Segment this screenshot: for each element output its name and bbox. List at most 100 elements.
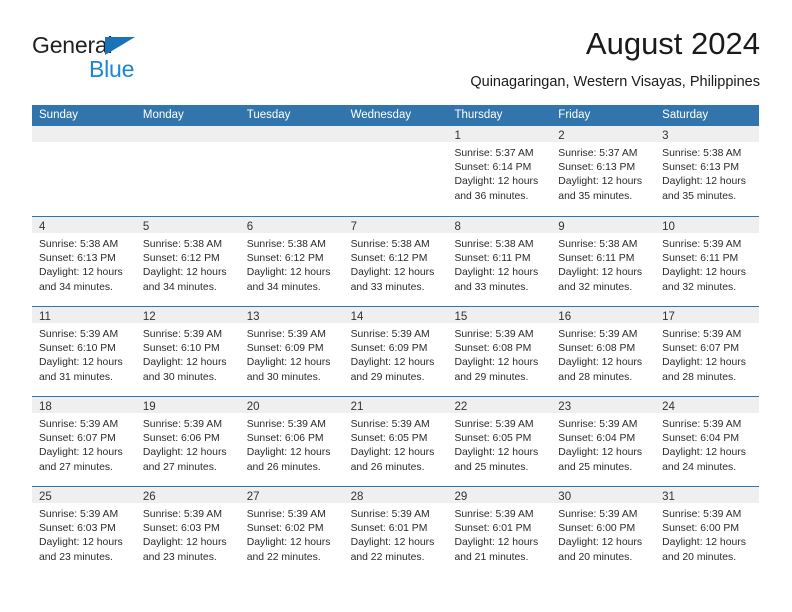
day-details: Sunrise: 5:39 AM Sunset: 6:06 PM Daylight:… <box>240 413 344 475</box>
day-number-band: 24 <box>655 397 760 413</box>
day-cell-22[interactable]: 22 Sunrise: 5:39 AM Sunset: 6:05 PM Dayligh… <box>447 397 552 486</box>
day-cell-15[interactable]: 15 Sunrise: 5:39 AM Sunset: 6:08 PM Dayligh… <box>447 307 552 396</box>
day-details: Sunrise: 5:39 AM Sunset: 6:02 PM Daylight:… <box>240 503 344 565</box>
sunrise-text: Sunrise: 5:39 AM <box>350 419 430 430</box>
day-details: Sunrise: 5:38 AM Sunset: 6:13 PM Daylight:… <box>655 142 759 204</box>
day-number-band: 6 <box>239 217 344 233</box>
sunrise-text: Sunrise: 5:38 AM <box>39 239 119 250</box>
day-cell-16[interactable]: 16 Sunrise: 5:39 AM Sunset: 6:08 PM Dayligh… <box>551 307 656 396</box>
day-cell-29[interactable]: 29 Sunrise: 5:39 AM Sunset: 6:01 PM Dayligh… <box>447 487 552 576</box>
daylight-text-line1: Daylight: 12 hours <box>39 537 123 549</box>
daylight-text-line2: and 36 minutes. <box>454 190 529 202</box>
daylight-text-line1: Daylight: 12 hours <box>662 357 746 369</box>
day-cell-14[interactable]: 14 Sunrise: 5:39 AM Sunset: 6:09 PM Dayligh… <box>343 307 448 396</box>
day-details <box>136 142 240 147</box>
day-number-band: 21 <box>343 397 448 413</box>
sunrise-text: Sunrise: 5:39 AM <box>39 419 119 430</box>
day-details: Sunrise: 5:37 AM Sunset: 6:14 PM Daylight:… <box>447 142 551 204</box>
day-details: Sunrise: 5:39 AM Sunset: 6:04 PM Daylight:… <box>551 413 655 475</box>
sunrise-text: Sunrise: 5:38 AM <box>350 239 430 250</box>
sunrise-text: Sunrise: 5:39 AM <box>246 329 326 340</box>
day-number: 1 <box>454 130 461 142</box>
day-number: 18 <box>39 401 52 413</box>
page-title: August 2024 <box>585 26 760 61</box>
sunset-text: Sunset: 6:06 PM <box>142 433 220 445</box>
day-number-band: 14 <box>343 307 448 323</box>
daylight-text-line1: Daylight: 12 hours <box>454 357 539 369</box>
day-cell-10[interactable]: 10 Sunrise: 5:39 AM Sunset: 6:11 PM Dayligh… <box>655 217 760 306</box>
day-details: Sunrise: 5:39 AM Sunset: 6:09 PM Daylight:… <box>344 323 448 385</box>
day-number-band: 29 <box>447 487 552 503</box>
day-cell-18[interactable]: 18 Sunrise: 5:39 AM Sunset: 6:07 PM Dayligh… <box>32 397 136 486</box>
daylight-text-line1: Daylight: 12 hours <box>39 357 123 369</box>
daylight-text-line1: Daylight: 12 hours <box>662 267 746 279</box>
day-cell-17[interactable]: 17 Sunrise: 5:39 AM Sunset: 6:07 PM Dayligh… <box>655 307 760 396</box>
daylight-text-line1: Daylight: 12 hours <box>454 176 539 188</box>
sunrise-text: Sunrise: 5:38 AM <box>142 239 222 250</box>
day-details: Sunrise: 5:39 AM Sunset: 6:10 PM Daylight:… <box>136 323 240 385</box>
day-details: Sunrise: 5:39 AM Sunset: 6:10 PM Daylight:… <box>32 323 136 385</box>
day-cell-6[interactable]: 6 Sunrise: 5:38 AM Sunset: 6:12 PM Daylight… <box>239 217 344 306</box>
calendar-page: General Blue August 2024 Quinagaringan, … <box>0 0 792 612</box>
sunrise-text: Sunrise: 5:38 AM <box>454 239 534 250</box>
day-details <box>344 142 448 147</box>
day-cell-26[interactable]: 26 Sunrise: 5:39 AM Sunset: 6:03 PM Dayligh… <box>135 487 240 576</box>
day-cell-21[interactable]: 21 Sunrise: 5:39 AM Sunset: 6:05 PM Dayligh… <box>343 397 448 486</box>
daylight-text-line1: Daylight: 12 hours <box>454 267 539 279</box>
day-cell-9[interactable]: 9 Sunrise: 5:38 AM Sunset: 6:11 PM Daylight… <box>551 217 656 306</box>
sunset-text: Sunset: 6:08 PM <box>454 343 532 355</box>
day-cell-24[interactable]: 24 Sunrise: 5:39 AM Sunset: 6:04 PM Dayligh… <box>655 397 760 486</box>
day-cell-19[interactable]: 19 Sunrise: 5:39 AM Sunset: 6:06 PM Dayligh… <box>135 397 240 486</box>
day-number-band: 16 <box>551 307 656 323</box>
day-number-band: 13 <box>239 307 344 323</box>
day-cell-30[interactable]: 30 Sunrise: 5:39 AM Sunset: 6:00 PM Dayligh… <box>551 487 656 576</box>
day-cell-3[interactable]: 3 Sunrise: 5:38 AM Sunset: 6:13 PM Daylight… <box>655 126 760 216</box>
day-number: 13 <box>246 311 260 323</box>
day-number-band: 30 <box>551 487 656 503</box>
day-cell-20[interactable]: 20 Sunrise: 5:39 AM Sunset: 6:06 PM Dayligh… <box>239 397 344 486</box>
sunset-text: Sunset: 6:08 PM <box>558 343 636 355</box>
day-cell-1[interactable]: 1 Sunrise: 5:37 AM Sunset: 6:14 PM Daylight… <box>447 126 552 216</box>
sunset-text: Sunset: 6:04 PM <box>662 433 739 445</box>
sunrise-text: Sunrise: 5:39 AM <box>142 509 222 520</box>
day-cell-31[interactable]: 31 Sunrise: 5:39 AM Sunset: 6:00 PM Dayligh… <box>655 487 760 576</box>
title-block: August 2024 Quinagaringan, Western Visay… <box>240 26 760 92</box>
day-cell-8[interactable]: 8 Sunrise: 5:38 AM Sunset: 6:11 PM Daylight… <box>447 217 552 306</box>
day-cell-13[interactable]: 13 Sunrise: 5:39 AM Sunset: 6:09 PM Dayligh… <box>239 307 344 396</box>
calendar-week-row: 1 Sunrise: 5:37 AM Sunset: 6:14 PM Daylight… <box>32 126 760 216</box>
day-cell-28[interactable]: 28 Sunrise: 5:39 AM Sunset: 6:01 PM Dayligh… <box>343 487 448 576</box>
daylight-text-line2: and 22 minutes. <box>350 551 425 563</box>
daylight-text-line2: and 21 minutes. <box>454 551 529 563</box>
day-cell-27[interactable]: 27 Sunrise: 5:39 AM Sunset: 6:02 PM Dayligh… <box>239 487 344 576</box>
daylight-text-line2: and 29 minutes. <box>454 371 529 383</box>
sunrise-text: Sunrise: 5:39 AM <box>558 509 638 520</box>
day-cell-2[interactable]: 2 Sunrise: 5:37 AM Sunset: 6:13 PM Daylight… <box>551 126 656 216</box>
day-number: 8 <box>454 221 461 233</box>
day-cell-12[interactable]: 12 Sunrise: 5:39 AM Sunset: 6:10 PM Dayligh… <box>135 307 240 396</box>
day-cell-23[interactable]: 23 Sunrise: 5:39 AM Sunset: 6:04 PM Dayligh… <box>551 397 656 486</box>
day-number: 9 <box>558 221 565 233</box>
sunrise-text: Sunrise: 5:39 AM <box>558 329 638 340</box>
day-cell-5[interactable]: 5 Sunrise: 5:38 AM Sunset: 6:12 PM Daylight… <box>135 217 240 306</box>
day-number: 26 <box>142 491 156 503</box>
sunrise-text: Sunrise: 5:39 AM <box>662 239 742 250</box>
daylight-text-line2: and 24 minutes. <box>662 461 737 473</box>
daylight-text-line1: Daylight: 12 hours <box>454 447 539 459</box>
day-cell-11[interactable]: 11 Sunrise: 5:39 AM Sunset: 6:10 PM Dayligh… <box>32 307 136 396</box>
day-details: Sunrise: 5:39 AM Sunset: 6:08 PM Daylight:… <box>551 323 655 385</box>
day-cell-4[interactable]: 4 Sunrise: 5:38 AM Sunset: 6:13 PM Daylight… <box>32 217 136 306</box>
day-details: Sunrise: 5:37 AM Sunset: 6:13 PM Daylight:… <box>551 142 655 204</box>
day-number: 16 <box>558 311 572 323</box>
sunset-text: Sunset: 6:10 PM <box>142 343 220 355</box>
sunrise-text: Sunrise: 5:37 AM <box>454 148 534 159</box>
day-details: Sunrise: 5:39 AM Sunset: 6:01 PM Daylight:… <box>344 503 448 565</box>
sunset-text: Sunset: 6:01 PM <box>454 523 532 535</box>
day-cell-25[interactable]: 25 Sunrise: 5:39 AM Sunset: 6:03 PM Dayligh… <box>32 487 136 576</box>
day-cell-7[interactable]: 7 Sunrise: 5:38 AM Sunset: 6:12 PM Daylight… <box>343 217 448 306</box>
daylight-text-line2: and 20 minutes. <box>558 551 633 563</box>
day-number-band <box>32 126 136 142</box>
sunrise-text: Sunrise: 5:39 AM <box>39 509 119 520</box>
day-number: 27 <box>246 491 260 503</box>
calendar-grid: Sunday Monday Tuesday Wednesday Thursday Frid… <box>32 105 760 576</box>
daylight-text-line2: and 28 minutes. <box>558 371 633 383</box>
